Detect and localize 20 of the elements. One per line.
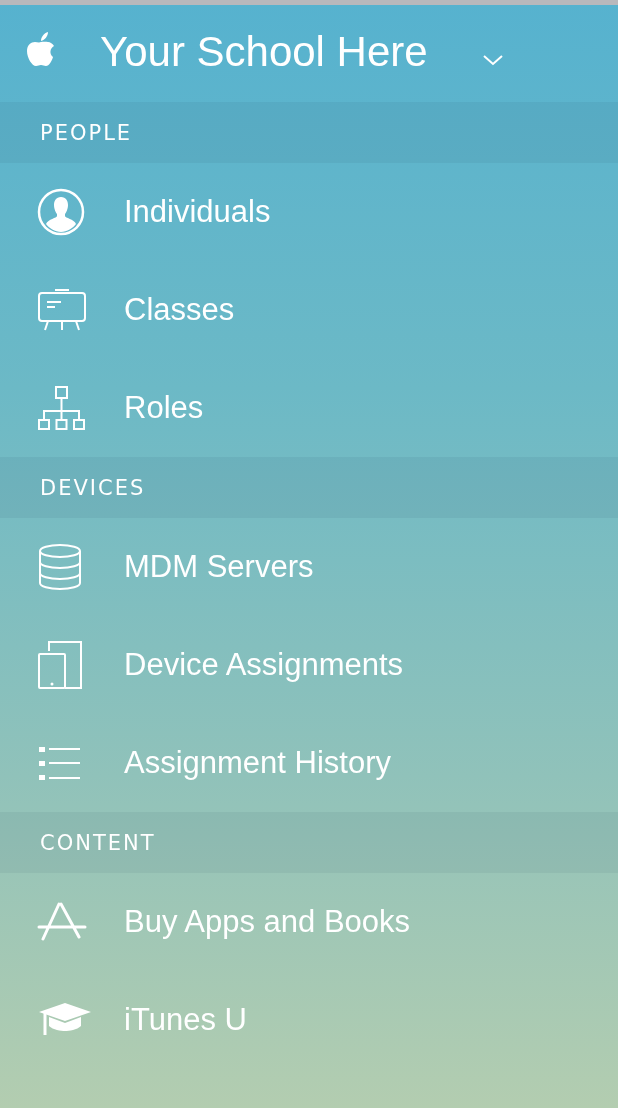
menu-item[interactable]: Classes [0, 261, 618, 359]
list-icon [37, 745, 83, 781]
menu-item[interactable]: Buy Apps and Books [0, 873, 618, 971]
menu-item[interactable]: Device Assignments [0, 616, 618, 714]
menu-item[interactable]: Individuals [0, 163, 618, 261]
section-header: DEVICES [0, 457, 618, 518]
person-icon [37, 188, 85, 236]
section-header: CONTENT [0, 812, 618, 873]
database-icon [37, 543, 83, 591]
hierarchy-icon [37, 385, 87, 431]
app-store-icon [37, 902, 87, 942]
menu-item[interactable]: Assignment History [0, 714, 618, 812]
section-header: PEOPLE [0, 102, 618, 163]
menu-item[interactable]: iTunes U [0, 971, 618, 1069]
chevron-down-icon[interactable] [481, 53, 504, 66]
school-title[interactable]: Your School Here [100, 27, 428, 76]
presentation-board-icon [37, 287, 87, 333]
menu-item[interactable]: Roles [0, 359, 618, 457]
tablets-icon [37, 640, 83, 690]
menu-item[interactable]: MDM Servers [0, 518, 618, 616]
